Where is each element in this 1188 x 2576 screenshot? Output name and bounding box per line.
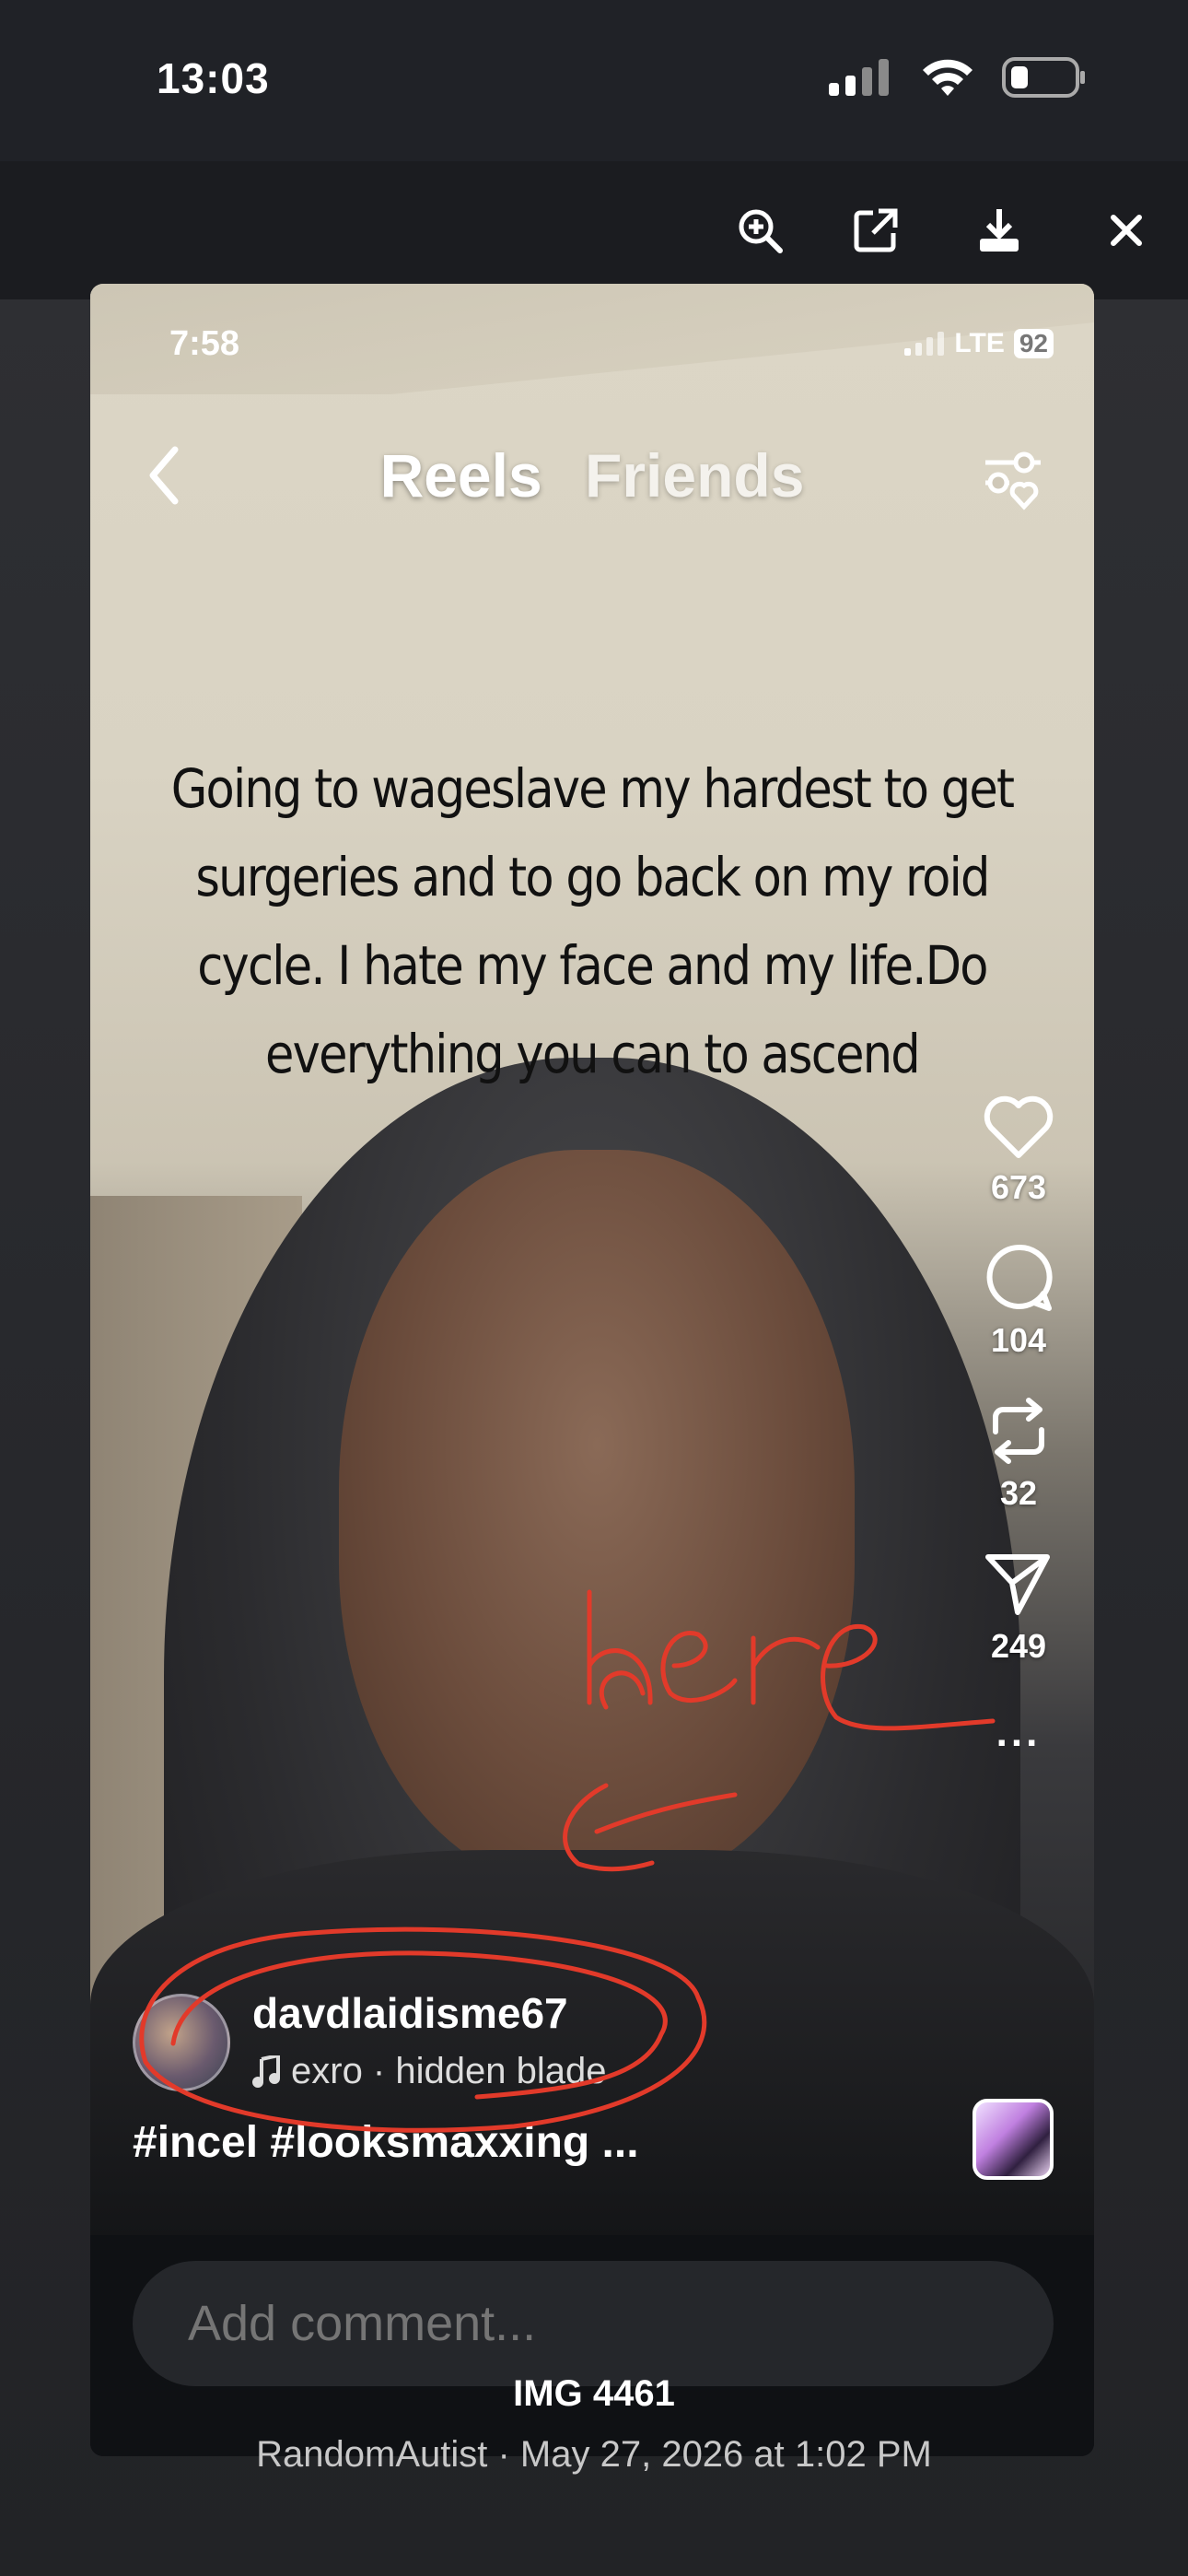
open-external-icon — [854, 208, 898, 252]
caption-line: cycle. I hate my face and my life.Do — [197, 934, 988, 997]
comment-area — [90, 2235, 1094, 2456]
send-icon — [985, 1554, 1050, 1615]
username[interactable]: davdlaidisme67 — [252, 1988, 568, 2038]
media-meta: RandomAutist · May 27, 2026 at 1:02 PM — [256, 2434, 932, 2475]
audio-thumbnail[interactable] — [973, 2099, 1054, 2180]
hashtags[interactable]: #incel #looksmaxxing ... — [133, 2117, 639, 2168]
status-bar: 13:03 — [0, 0, 1188, 161]
tab-reels[interactable]: Reels — [380, 440, 542, 510]
battery-level: 92 — [1013, 329, 1054, 358]
heart-icon — [984, 1095, 1054, 1158]
open-external-button[interactable] — [834, 189, 917, 272]
like-count: 673 — [990, 1168, 1047, 1206]
repost-count: 32 — [999, 1474, 1038, 1512]
media-title: IMG 4461 — [513, 2373, 675, 2414]
caption-line: surgeries and to go back on my roid — [195, 846, 990, 908]
signal-icon — [904, 332, 945, 356]
reel-status-time: 7:58 — [169, 324, 240, 363]
caption-line: everything you can to ascend — [265, 1023, 921, 1085]
signal-icon — [829, 59, 889, 96]
action-rail: 673 104 32 249 ... — [963, 1095, 1074, 1756]
zoom-in-icon — [739, 209, 783, 253]
comment-input[interactable] — [133, 2261, 1054, 2386]
reel-video[interactable]: 7:58 LTE 92 Reels Friends Going to wages… — [90, 284, 1094, 2235]
comment-bubble-icon — [986, 1244, 1053, 1311]
music-note-icon — [252, 2055, 280, 2088]
video-jacket — [90, 1850, 1094, 2235]
reel-status-icons: LTE 92 — [904, 328, 1054, 359]
status-time: 13:03 — [157, 54, 270, 102]
status-icons — [829, 57, 1087, 98]
media-card: 7:58 LTE 92 Reels Friends Going to wages… — [90, 284, 1094, 2456]
caption-line: Going to wageslave my hardest to get — [170, 757, 1015, 820]
network-label: LTE — [954, 328, 1005, 358]
close-button[interactable] — [1085, 189, 1168, 272]
avatar[interactable] — [133, 1994, 230, 2091]
repost-button[interactable]: 32 — [983, 1395, 1054, 1513]
zoom-in-button[interactable] — [718, 189, 801, 272]
more-options-button[interactable]: ... — [996, 1710, 1042, 1756]
viewer-toolbar — [0, 161, 1188, 299]
download-button[interactable] — [958, 189, 1041, 272]
download-icon — [980, 209, 1019, 252]
comment-count: 104 — [990, 1321, 1047, 1359]
reel-caption: Going to wageslave my hardest to get sur… — [150, 744, 1033, 1098]
share-button[interactable]: 249 — [983, 1548, 1054, 1666]
comment-button[interactable]: 104 — [983, 1242, 1054, 1360]
repost-icon — [993, 1398, 1044, 1464]
music-row[interactable]: exro · hidden blade — [252, 2051, 606, 2092]
like-button[interactable]: 673 — [982, 1095, 1055, 1207]
tab-friends[interactable]: Friends — [585, 440, 804, 510]
reel-tabs: Reels Friends — [90, 440, 1094, 510]
wifi-icon — [923, 59, 973, 96]
share-count: 249 — [990, 1627, 1047, 1665]
preferences-button[interactable] — [976, 442, 1050, 516]
battery-icon — [1002, 57, 1085, 98]
close-icon — [1111, 215, 1142, 246]
sliders-heart-icon — [985, 451, 1041, 510]
video-face — [339, 1150, 855, 1887]
music-title: exro · hidden blade — [291, 2051, 607, 2091]
